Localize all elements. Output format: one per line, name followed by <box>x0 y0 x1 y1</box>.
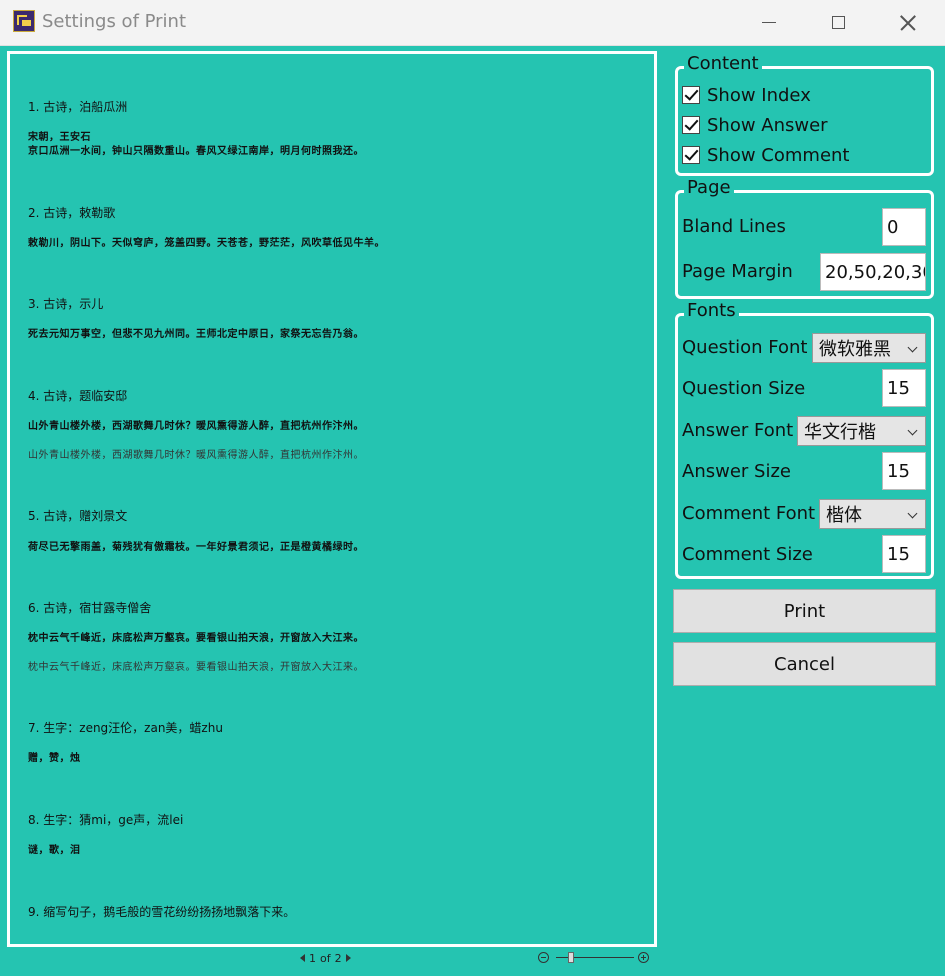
show-answer-option[interactable]: Show Answer <box>682 113 828 137</box>
question-size-label: Question Size <box>682 378 806 399</box>
chevron-down-icon <box>907 425 918 436</box>
comment-6: 枕中云气千峰近，床底松声万壑哀。要看银山拍天浪，开窗放入大江来。 <box>28 662 364 673</box>
close-icon <box>899 14 917 32</box>
comment-font-value: 楷体 <box>826 505 862 526</box>
maximize-button[interactable] <box>804 0 872 45</box>
page-of-label: of <box>320 951 331 965</box>
show-index-label: Show Index <box>707 84 811 106</box>
comment-4: 山外青山楼外楼，西湖歌舞几时休？暖风熏得游人醉，直把杭州作汴州。 <box>28 450 364 461</box>
answer-font-value: 华文行楷 <box>804 422 876 443</box>
show-index-checkbox[interactable] <box>682 86 700 104</box>
show-answer-checkbox[interactable] <box>682 116 700 134</box>
question-font-value: 微软雅黑 <box>819 339 891 360</box>
answer-1: 宋朝，王安石 <box>28 132 91 143</box>
app-icon <box>13 10 35 32</box>
print-preview-page[interactable]: 1. 古诗，泊船瓜洲 宋朝，王安石 京口瓜洲一水间，钟山只隔数重山。春风又绿江南… <box>7 51 657 947</box>
page-navigator: 1 of 2 <box>300 950 351 966</box>
next-page-icon[interactable] <box>345 954 351 962</box>
question-font-select[interactable]: 微软雅黑 <box>812 333 926 363</box>
show-comment-option[interactable]: Show Comment <box>682 143 849 167</box>
question-2: 2. 古诗，敕勒歌 <box>28 206 116 220</box>
zoom-slider-thumb[interactable] <box>568 952 574 963</box>
answer-1-line-2: 京口瓜洲一水间，钟山只隔数重山。春风又绿江南岸，明月何时照我还。 <box>28 146 364 157</box>
question-9: 9. 缩写句子，鹅毛般的雪花纷纷扬扬地飘落下来。 <box>28 905 296 919</box>
answer-size-label: Answer Size <box>682 461 791 482</box>
minimize-icon <box>762 22 776 23</box>
answer-font-label: Answer Font <box>682 420 794 441</box>
comment-font-label: Comment Font <box>682 503 816 524</box>
question-4: 4. 古诗，题临安邸 <box>28 389 128 403</box>
question-font-label: Question Font <box>682 337 808 358</box>
title-bar[interactable]: Settings of Print <box>0 0 945 46</box>
comment-size-input[interactable]: 15 <box>882 535 926 573</box>
comment-font-select[interactable]: 楷体 <box>819 499 926 529</box>
previous-page-icon[interactable] <box>300 954 305 962</box>
comment-size-label: Comment Size <box>682 544 813 565</box>
page-group-title: Page <box>684 178 734 198</box>
question-size-input[interactable]: 15 <box>882 369 926 407</box>
print-button[interactable]: Print <box>673 589 936 633</box>
question-6: 6. 古诗，宿甘露寺僧舍 <box>28 601 152 615</box>
answer-7: 赠，赞，烛 <box>28 753 81 764</box>
show-answer-label: Show Answer <box>707 114 828 136</box>
question-8: 8. 生字：猜mi，ge声，流lei <box>28 813 184 827</box>
cancel-button[interactable]: Cancel <box>673 642 936 686</box>
maximize-icon <box>831 16 845 29</box>
window-title: Settings of Print <box>42 11 187 32</box>
show-index-option[interactable]: Show Index <box>682 83 811 107</box>
bland-lines-label: Bland Lines <box>682 216 786 237</box>
zoom-in-icon[interactable] <box>638 952 649 963</box>
print-settings-window: Settings of Print 1. 古诗，泊船瓜洲 宋朝，王安石 京口瓜洲… <box>0 0 945 976</box>
minimize-button[interactable] <box>735 0 803 45</box>
zoom-control <box>538 950 653 966</box>
show-comment-label: Show Comment <box>707 144 850 166</box>
question-1: 1. 古诗，泊船瓜洲 <box>28 100 128 114</box>
answer-8: 谜，歌，泪 <box>28 845 81 856</box>
bland-lines-input[interactable]: 0 <box>882 208 926 246</box>
fonts-group-title: Fonts <box>684 301 739 321</box>
close-button[interactable] <box>874 0 942 45</box>
chevron-down-icon <box>907 508 918 519</box>
question-5: 5. 古诗，赠刘景文 <box>28 509 128 523</box>
page-margin-label: Page Margin <box>682 261 793 282</box>
total-pages: 2 <box>334 951 342 965</box>
answer-3: 死去元知万事空，但悲不见九州同。王师北定中原日，家祭无忘告乃翁。 <box>28 329 364 340</box>
answer-5: 荷尽已无擎雨盖，菊残犹有傲霜枝。一年好景君须记，正是橙黄橘绿时。 <box>28 542 364 553</box>
answer-font-select[interactable]: 华文行楷 <box>797 416 926 446</box>
page-margin-input[interactable]: 20,50,20,30 <box>820 253 926 291</box>
chevron-down-icon <box>907 342 918 353</box>
answer-size-input[interactable]: 15 <box>882 452 926 490</box>
zoom-out-icon[interactable] <box>538 952 549 963</box>
answer-4: 山外青山楼外楼，西湖歌舞几时休？暖风熏得游人醉，直把杭州作汴州。 <box>28 421 364 432</box>
current-page: 1 <box>309 951 316 965</box>
question-7: 7. 生字：zeng汪伦，zan美，蜡zhu <box>28 721 223 735</box>
question-3: 3. 古诗，示儿 <box>28 297 104 311</box>
answer-6: 枕中云气千峰近，床底松声万壑哀。要看银山拍天浪，开窗放入大江来。 <box>28 633 364 644</box>
content-group-title: Content <box>684 54 762 74</box>
answer-2: 敕勒川，阴山下。天似穹庐，笼盖四野。天苍苍，野茫茫，风吹草低见牛羊。 <box>28 238 385 249</box>
show-comment-checkbox[interactable] <box>682 146 700 164</box>
